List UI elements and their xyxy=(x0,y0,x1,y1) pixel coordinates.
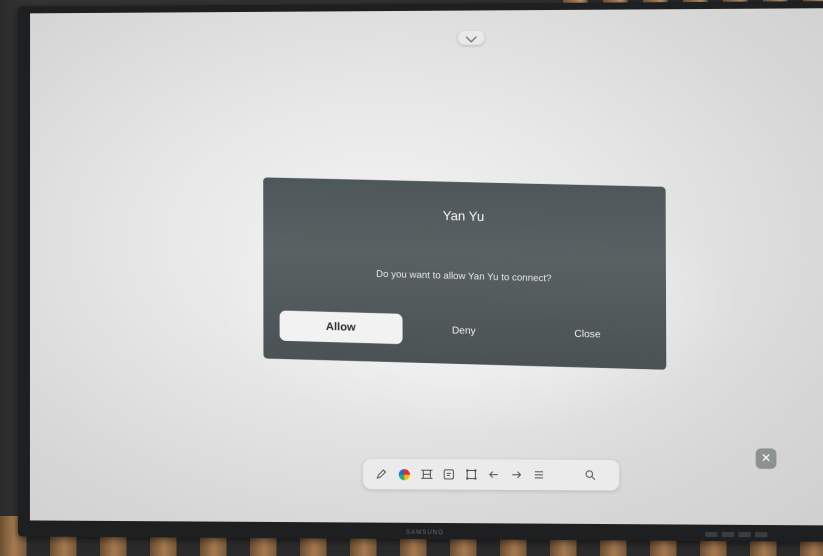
brand-logo: SAMSUNG xyxy=(405,529,445,537)
display-bezel: Yan Yu Do you want to allow Yan Yu to co… xyxy=(17,1,823,542)
close-button[interactable]: Close xyxy=(526,317,650,351)
close-icon xyxy=(761,451,771,465)
toolbar-divider xyxy=(553,467,576,483)
undo-icon[interactable] xyxy=(486,466,502,482)
search-icon[interactable] xyxy=(582,467,599,483)
hardware-buttons xyxy=(705,531,768,538)
overlay-close-button[interactable] xyxy=(755,448,777,469)
pen-icon[interactable] xyxy=(373,466,389,482)
dialog-title: Yan Yu xyxy=(442,207,485,225)
display-screen: Yan Yu Do you want to allow Yan Yu to co… xyxy=(29,8,823,526)
select-area-icon[interactable] xyxy=(463,466,479,482)
allow-button[interactable]: Allow xyxy=(279,310,403,345)
deny-button[interactable]: Deny xyxy=(402,314,525,348)
drawing-toolbar xyxy=(363,458,620,491)
color-picker-icon[interactable] xyxy=(396,466,412,482)
dialog-message: Do you want to allow Yan Yu to connect? xyxy=(376,268,552,285)
connection-request-dialog: Yan Yu Do you want to allow Yan Yu to co… xyxy=(263,177,667,370)
menu-icon[interactable] xyxy=(531,467,547,483)
dialog-actions: Allow Deny Close xyxy=(279,310,650,351)
redo-icon[interactable] xyxy=(508,467,524,483)
top-handle-button[interactable] xyxy=(457,28,485,47)
chevron-down-icon xyxy=(465,28,477,47)
eraser-icon[interactable] xyxy=(418,466,434,482)
sticky-note-icon[interactable] xyxy=(441,466,457,482)
